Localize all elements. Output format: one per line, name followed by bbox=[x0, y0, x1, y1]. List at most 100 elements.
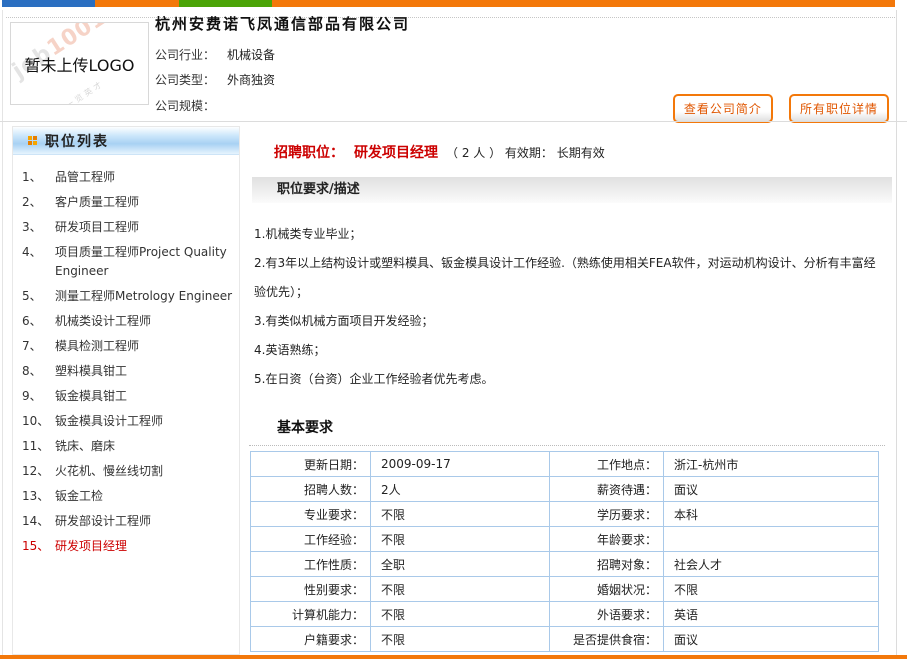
update-date-label: 更新日期： bbox=[251, 452, 371, 477]
grid-squares-icon bbox=[28, 136, 32, 140]
company-size-label: 公司规模： bbox=[155, 99, 215, 113]
salary-label: 薪资待遇： bbox=[550, 477, 664, 502]
company-logo-placeholder: job1001.com 一览英才 暂未上传LOGO bbox=[10, 22, 149, 105]
table-row: 性别要求： 不限 婚姻状况： 不限 bbox=[251, 577, 879, 602]
basic-requirements-table: 更新日期： 2009-09-17 工作地点： 浙江-杭州市 招聘人数： 2人 薪… bbox=[250, 451, 879, 652]
job-number: 11、 bbox=[22, 437, 55, 456]
sidebar-item-job-7[interactable]: 7、模具检测工程师 bbox=[22, 337, 233, 356]
company-type-row: 公司类型： 外商独资 bbox=[155, 71, 275, 88]
job-number: 3、 bbox=[22, 218, 55, 237]
sidebar-item-job-8[interactable]: 8、塑料模具钳工 bbox=[22, 362, 233, 381]
job-list: 1、品管工程师 2、客户质量工程师 3、研发项目工程师 4、项目质量工程师Pro… bbox=[13, 155, 239, 556]
job-nature-label: 工作性质： bbox=[251, 552, 371, 577]
job-link[interactable]: 铣床、磨床 bbox=[55, 437, 115, 456]
job-number: 5、 bbox=[22, 287, 55, 306]
job-link[interactable]: 项目质量工程师Project Quality Engineer bbox=[55, 243, 233, 281]
job-link[interactable]: 钣金模具设计工程师 bbox=[55, 412, 163, 431]
job-detail-main: 招聘职位：研发项目经理（ 2 人 ） 有效期： 长期有效 职位要求/描述 1.机… bbox=[247, 127, 895, 659]
description-line: 2.有3年以上结构设计或塑料模具、钣金模具设计工作经验.（熟练使用相关FEA软件… bbox=[254, 249, 882, 307]
age-value bbox=[664, 527, 879, 552]
company-size-row: 公司规模： bbox=[155, 97, 227, 114]
education-value: 本科 bbox=[664, 502, 879, 527]
topbar-green-segment bbox=[179, 0, 272, 7]
gender-label: 性别要求： bbox=[251, 577, 371, 602]
sidebar-item-job-11[interactable]: 11、铣床、磨床 bbox=[22, 437, 233, 456]
computer-skill-value: 不限 bbox=[371, 602, 550, 627]
job-number: 6、 bbox=[22, 312, 55, 331]
sidebar-item-job-12[interactable]: 12、火花机、慢丝线切割 bbox=[22, 462, 233, 481]
job-link[interactable]: 研发部设计工程师 bbox=[55, 512, 151, 531]
header-divider bbox=[0, 121, 907, 122]
company-type-label: 公司类型： bbox=[155, 73, 215, 87]
job-link[interactable]: 火花机、慢丝线切割 bbox=[55, 462, 163, 481]
page-left-edge bbox=[2, 10, 3, 659]
validity-label: 有效期： bbox=[505, 146, 553, 160]
major-value: 不限 bbox=[371, 502, 550, 527]
job-description: 1.机械类专业毕业； 2.有3年以上结构设计或塑料模具、钣金模具设计工作经验.（… bbox=[254, 220, 882, 394]
residency-value: 不限 bbox=[371, 627, 550, 652]
company-industry-row: 公司行业： 机械设备 bbox=[155, 46, 275, 63]
experience-value: 不限 bbox=[371, 527, 550, 552]
bottom-orange-bar bbox=[0, 655, 907, 659]
computer-skill-label: 计算机能力： bbox=[251, 602, 371, 627]
top-color-bar bbox=[2, 0, 895, 7]
target-group-value: 社会人才 bbox=[664, 552, 879, 577]
job-link[interactable]: 模具检测工程师 bbox=[55, 337, 139, 356]
update-date-value: 2009-09-17 bbox=[371, 452, 550, 477]
residency-label: 户籍要求： bbox=[251, 627, 371, 652]
job-detail-page: job1001.com 一览英才 暂未上传LOGO 杭州安费诺飞凤通信部品有限公… bbox=[0, 0, 907, 659]
topbar-orange-long-segment bbox=[272, 0, 895, 7]
sidebar-item-job-3[interactable]: 3、研发项目工程师 bbox=[22, 218, 233, 237]
work-location-label: 工作地点： bbox=[550, 452, 664, 477]
sidebar-item-job-10[interactable]: 10、钣金模具设计工程师 bbox=[22, 412, 233, 431]
sidebar-item-job-15-active[interactable]: 15、研发项目经理 bbox=[22, 537, 233, 556]
sidebar-item-job-14[interactable]: 14、研发部设计工程师 bbox=[22, 512, 233, 531]
job-header: 招聘职位：研发项目经理（ 2 人 ） 有效期： 长期有效 bbox=[247, 142, 895, 162]
description-line: 5.在日资（台资）企业工作经验者优先考虑。 bbox=[254, 365, 882, 394]
foreign-language-value: 英语 bbox=[664, 602, 879, 627]
sidebar-item-job-4[interactable]: 4、项目质量工程师Project Quality Engineer bbox=[22, 243, 233, 281]
company-type-value: 外商独资 bbox=[227, 73, 275, 87]
job-headcount: （ 2 人 ） bbox=[446, 146, 501, 160]
work-location-value: 浙江-杭州市 bbox=[664, 452, 879, 477]
table-row: 招聘人数： 2人 薪资待遇： 面议 bbox=[251, 477, 879, 502]
company-industry-value: 机械设备 bbox=[227, 48, 275, 62]
job-link[interactable]: 机械类设计工程师 bbox=[55, 312, 151, 331]
company-name: 杭州安费诺飞凤通信部品有限公司 bbox=[155, 13, 410, 34]
job-list-header: 职位列表 bbox=[13, 127, 239, 155]
job-number: 12、 bbox=[22, 462, 55, 481]
all-job-details-button[interactable]: 所有职位详情 bbox=[789, 94, 889, 123]
job-link[interactable]: 品管工程师 bbox=[55, 168, 115, 187]
table-row: 工作经验： 不限 年龄要求： bbox=[251, 527, 879, 552]
sidebar-item-job-1[interactable]: 1、品管工程师 bbox=[22, 168, 233, 187]
sidebar-item-job-2[interactable]: 2、客户质量工程师 bbox=[22, 193, 233, 212]
job-link[interactable]: 钣金工检 bbox=[55, 487, 103, 506]
job-link-active[interactable]: 研发项目经理 bbox=[55, 537, 127, 556]
view-company-profile-button[interactable]: 查看公司简介 bbox=[673, 94, 773, 123]
salary-value: 面议 bbox=[664, 477, 879, 502]
job-link[interactable]: 塑料模具钳工 bbox=[55, 362, 127, 381]
sidebar-item-job-9[interactable]: 9、钣金模具钳工 bbox=[22, 387, 233, 406]
job-number: 10、 bbox=[22, 412, 55, 431]
gender-value: 不限 bbox=[371, 577, 550, 602]
job-link[interactable]: 客户质量工程师 bbox=[55, 193, 139, 212]
job-number: 15、 bbox=[22, 537, 55, 556]
sidebar-item-job-6[interactable]: 6、机械类设计工程师 bbox=[22, 312, 233, 331]
board-lodging-value: 面议 bbox=[664, 627, 879, 652]
headcount-value: 2人 bbox=[371, 477, 550, 502]
target-group-label: 招聘对象： bbox=[550, 552, 664, 577]
headcount-label: 招聘人数： bbox=[251, 477, 371, 502]
job-list-title: 职位列表 bbox=[45, 131, 109, 151]
sidebar-item-job-13[interactable]: 13、钣金工检 bbox=[22, 487, 233, 506]
job-number: 8、 bbox=[22, 362, 55, 381]
job-link[interactable]: 钣金模具钳工 bbox=[55, 387, 127, 406]
no-logo-text: 暂未上传LOGO bbox=[11, 23, 148, 104]
job-link[interactable]: 研发项目工程师 bbox=[55, 218, 139, 237]
basic-requirements-title: 基本要求 bbox=[277, 417, 895, 437]
table-row: 计算机能力： 不限 外语要求： 英语 bbox=[251, 602, 879, 627]
company-industry-label: 公司行业： bbox=[155, 48, 215, 62]
table-row: 工作性质： 全职 招聘对象： 社会人才 bbox=[251, 552, 879, 577]
sidebar-item-job-5[interactable]: 5、测量工程师Metrology Engineer bbox=[22, 287, 233, 306]
job-link[interactable]: 测量工程师Metrology Engineer bbox=[55, 287, 232, 306]
table-row: 户籍要求： 不限 是否提供食宿： 面议 bbox=[251, 627, 879, 652]
